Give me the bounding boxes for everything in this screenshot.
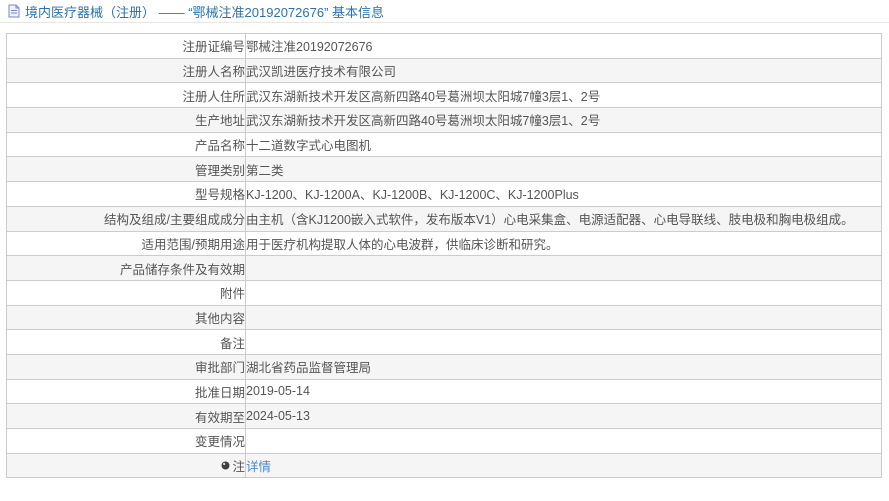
- table-row: 注册证编号 鄂械注准20192072676: [6, 33, 882, 59]
- field-label: 审批部门: [6, 353, 246, 380]
- field-label: 注: [6, 452, 246, 479]
- bulb-icon: [221, 461, 230, 470]
- field-value: 武汉东湖新技术开发区高新四路40号葛洲坝太阳城7幢3层1、2号: [245, 107, 882, 133]
- table-row: 生产地址 武汉东湖新技术开发区高新四路40号葛洲坝太阳城7幢3层1、2号: [6, 107, 882, 133]
- field-label: 结构及组成/主要组成成分: [6, 205, 246, 232]
- field-label: 其他内容: [6, 304, 246, 331]
- field-value: 用于医疗机构提取人体的心电波群，供临床诊断和研究。: [245, 230, 882, 257]
- table-row: 注册人住所 武汉东湖新技术开发区高新四路40号葛洲坝太阳城7幢3层1、2号: [6, 82, 882, 109]
- field-value: 武汉凯进医疗技术有限公司: [245, 57, 882, 84]
- header-separator: [0, 22, 889, 23]
- field-value: KJ-1200、KJ-1200A、KJ-1200B、KJ-1200C、KJ-12…: [245, 181, 882, 207]
- table-row: 批准日期 2019-05-14: [6, 378, 882, 405]
- table-row: 注册人名称 武汉凯进医疗技术有限公司: [6, 57, 882, 84]
- document-icon: [8, 4, 20, 18]
- table-row: 附件: [6, 279, 882, 306]
- field-value: [245, 428, 882, 454]
- table-row: 结构及组成/主要组成成分 由主机（含KJ1200嵌入式软件，发布版本V1）心电采…: [6, 205, 882, 232]
- table-row: 变更情况: [6, 428, 882, 454]
- field-label: 批准日期: [6, 378, 246, 405]
- field-value: 第二类: [245, 156, 882, 183]
- page-header: 境内医疗器械（注册） —— “鄂械注准20192072676” 基本信息: [0, 0, 889, 22]
- field-label: 型号规格: [6, 181, 246, 207]
- registration-info-table: 注册证编号 鄂械注准20192072676 注册人名称 武汉凯进医疗技术有限公司…: [6, 33, 882, 479]
- field-value: 鄂械注准20192072676: [245, 33, 882, 59]
- field-value: [245, 329, 882, 355]
- table-row: 审批部门 湖北省药品监督管理局: [6, 353, 882, 380]
- field-label: 注册证编号: [6, 33, 246, 59]
- table-row: 型号规格 KJ-1200、KJ-1200A、KJ-1200B、KJ-1200C、…: [6, 181, 882, 207]
- field-label: 产品名称: [6, 131, 246, 158]
- table-row: 有效期至 2024-05-13: [6, 403, 882, 429]
- field-value: [245, 255, 882, 281]
- field-label: 备注: [6, 329, 246, 355]
- field-label: 变更情况: [6, 428, 246, 454]
- table-row: 管理类别 第二类: [6, 156, 882, 183]
- table-row: 产品名称 十二道数字式心电图机: [6, 131, 882, 158]
- field-label: 有效期至: [6, 403, 246, 429]
- field-value: [245, 304, 882, 331]
- table-row: 适用范围/预期用途 用于医疗机构提取人体的心电波群，供临床诊断和研究。: [6, 230, 882, 257]
- field-label: 注册人名称: [6, 57, 246, 84]
- field-label: 管理类别: [6, 156, 246, 183]
- field-label-text: 注: [232, 460, 245, 475]
- table-row: 产品储存条件及有效期: [6, 255, 882, 281]
- table-row: 其他内容: [6, 304, 882, 331]
- field-label: 附件: [6, 279, 246, 306]
- field-value: 2024-05-13: [245, 403, 882, 429]
- details-link[interactable]: 详情: [247, 460, 272, 474]
- field-value: 2019-05-14: [245, 378, 882, 405]
- field-value: 武汉东湖新技术开发区高新四路40号葛洲坝太阳城7幢3层1、2号: [245, 82, 882, 109]
- field-label: 注册人住所: [6, 82, 246, 109]
- field-value: 湖北省药品监督管理局: [245, 353, 882, 380]
- page-title: 境内医疗器械（注册） —— “鄂械注准20192072676” 基本信息: [25, 4, 385, 20]
- field-label: 产品储存条件及有效期: [6, 255, 246, 281]
- table-row: 备注: [6, 329, 882, 355]
- field-value: 详情: [245, 452, 882, 479]
- note-label: 注: [221, 456, 245, 475]
- field-label: 生产地址: [6, 107, 246, 133]
- field-value: 十二道数字式心电图机: [245, 131, 882, 158]
- field-value: 由主机（含KJ1200嵌入式软件，发布版本V1）心电采集盒、电源适配器、心电导联…: [245, 205, 882, 232]
- field-label: 适用范围/预期用途: [6, 230, 246, 257]
- table-row: 注 详情: [6, 452, 882, 479]
- field-value: [245, 279, 882, 306]
